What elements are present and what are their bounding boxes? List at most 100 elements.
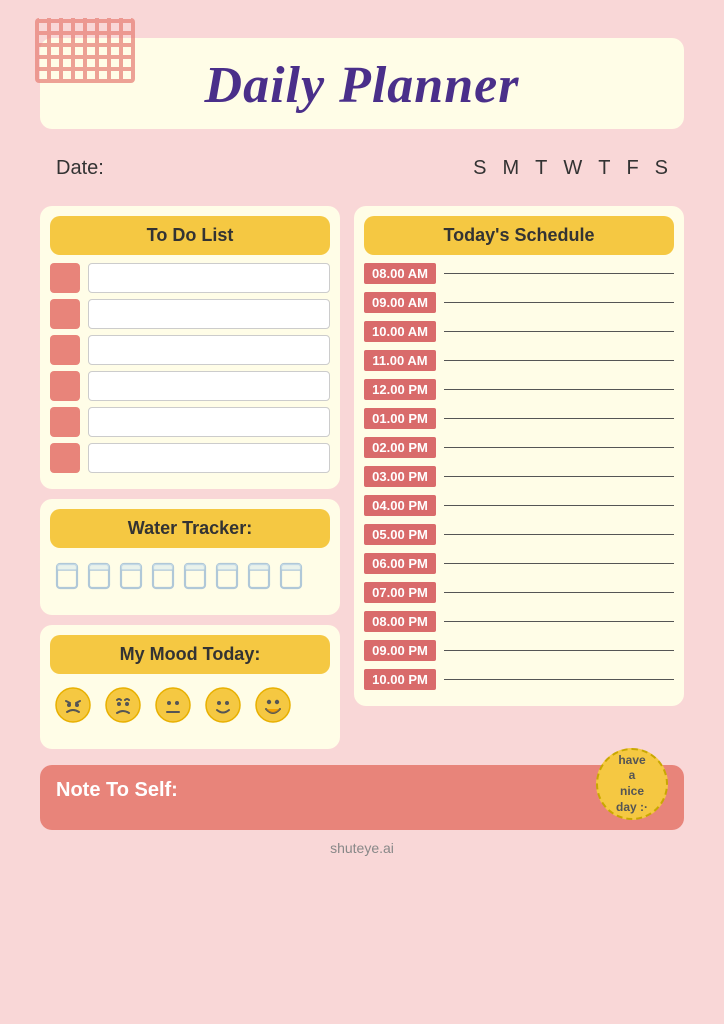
schedule-entry-line[interactable] [444,679,674,680]
grid-decoration [35,18,135,83]
time-label: 10.00 PM [364,669,436,690]
schedule-entry-line[interactable] [444,302,674,303]
todo-section: To Do List [40,206,340,489]
schedule-entry-line[interactable] [444,621,674,622]
schedule-section: Today's Schedule 08.00 AM09.00 AM10.00 A… [354,206,684,706]
water-cup-icon[interactable] [246,560,272,599]
todo-checkbox[interactable] [50,335,80,365]
water-cup-icon[interactable] [86,560,112,599]
time-label: 02.00 PM [364,437,436,458]
todo-item[interactable] [50,335,330,365]
schedule-row[interactable]: 08.00 PM [364,609,674,634]
schedule-entry-line[interactable] [444,505,674,506]
left-column: To Do List Water Tracker: [40,206,340,749]
schedule-row[interactable]: 03.00 PM [364,464,674,489]
date-label: Date: [56,157,104,180]
schedule-entry-line[interactable] [444,418,674,419]
schedule-row[interactable]: 10.00 PM [364,667,674,692]
todo-item[interactable] [50,443,330,473]
schedule-row[interactable]: 05.00 PM [364,522,674,547]
day-label: F [626,157,638,180]
main-columns: To Do List Water Tracker: [40,206,684,749]
todo-input-line[interactable] [88,335,330,365]
schedule-row[interactable]: 02.00 PM [364,435,674,460]
schedule-rows: 08.00 AM 09.00 AM 10.00 AM 11.00 AM 12.00 PM… [364,261,674,696]
schedule-row[interactable]: 09.00 PM [364,638,674,663]
mood-emoji-2[interactable] [154,686,192,733]
schedule-row[interactable]: 09.00 AM [364,290,674,315]
schedule-row[interactable]: 01.00 PM [364,406,674,431]
schedule-entry-line[interactable] [444,331,674,332]
schedule-entry-line[interactable] [444,273,674,274]
water-cups [50,548,330,605]
water-section: Water Tracker: [40,499,340,615]
todo-input-line[interactable] [88,263,330,293]
water-cup-icon[interactable] [214,560,240,599]
schedule-row[interactable]: 10.00 AM [364,319,674,344]
water-header: Water Tracker: [50,509,330,548]
footer: shuteye.ai [40,830,684,856]
schedule-row[interactable]: 04.00 PM [364,493,674,518]
time-label: 08.00 AM [364,263,436,284]
schedule-row[interactable]: 12.00 PM [364,377,674,402]
schedule-row[interactable]: 08.00 AM [364,261,674,286]
todo-item[interactable] [50,407,330,437]
todo-checkbox[interactable] [50,299,80,329]
time-label: 01.00 PM [364,408,436,429]
water-cup-icon[interactable] [182,560,208,599]
todo-input-line[interactable] [88,299,330,329]
time-label: 12.00 PM [364,379,436,400]
mood-emoji-3[interactable] [204,686,242,733]
have-nice-day-badge: haveaniceday :· [596,748,668,820]
time-label: 07.00 PM [364,582,436,603]
mood-header: My Mood Today: [50,635,330,674]
schedule-row[interactable]: 07.00 PM [364,580,674,605]
mood-emojis [50,674,330,739]
note-section: Note To Self: haveaniceday :· [40,765,684,830]
time-label: 03.00 PM [364,466,436,487]
day-label: W [563,157,582,180]
schedule-entry-line[interactable] [444,476,674,477]
water-cup-icon[interactable] [278,560,304,599]
todo-item[interactable] [50,299,330,329]
todo-input-line[interactable] [88,371,330,401]
todo-input-line[interactable] [88,407,330,437]
todo-checkbox[interactable] [50,263,80,293]
time-label: 04.00 PM [364,495,436,516]
day-label: S [655,157,668,180]
days-of-week: SMTWTFS [473,157,668,180]
todo-item[interactable] [50,371,330,401]
mood-emoji-1[interactable] [104,686,142,733]
todo-item[interactable] [50,263,330,293]
day-label: M [502,157,519,180]
mood-emoji-4[interactable] [254,686,292,733]
page: Daily Planner Date: SMTWTFS To Do List W… [0,0,724,1024]
schedule-entry-line[interactable] [444,650,674,651]
date-row: Date: SMTWTFS [40,147,684,190]
todo-input-line[interactable] [88,443,330,473]
day-label: T [598,157,610,180]
time-label: 05.00 PM [364,524,436,545]
mood-section: My Mood Today: [40,625,340,749]
time-label: 10.00 AM [364,321,436,342]
todo-checkbox[interactable] [50,371,80,401]
water-cup-icon[interactable] [150,560,176,599]
time-label: 08.00 PM [364,611,436,632]
water-cup-icon[interactable] [118,560,144,599]
schedule-entry-line[interactable] [444,360,674,361]
schedule-entry-line[interactable] [444,447,674,448]
title-box: Daily Planner [40,38,684,129]
mood-emoji-0[interactable] [54,686,92,733]
day-label: S [473,157,486,180]
schedule-row[interactable]: 11.00 AM [364,348,674,373]
schedule-entry-line[interactable] [444,534,674,535]
todo-checkbox[interactable] [50,443,80,473]
time-label: 11.00 AM [364,350,436,371]
schedule-entry-line[interactable] [444,389,674,390]
schedule-entry-line[interactable] [444,592,674,593]
schedule-row[interactable]: 06.00 PM [364,551,674,576]
time-label: 09.00 AM [364,292,436,313]
water-cup-icon[interactable] [54,560,80,599]
todo-checkbox[interactable] [50,407,80,437]
schedule-entry-line[interactable] [444,563,674,564]
